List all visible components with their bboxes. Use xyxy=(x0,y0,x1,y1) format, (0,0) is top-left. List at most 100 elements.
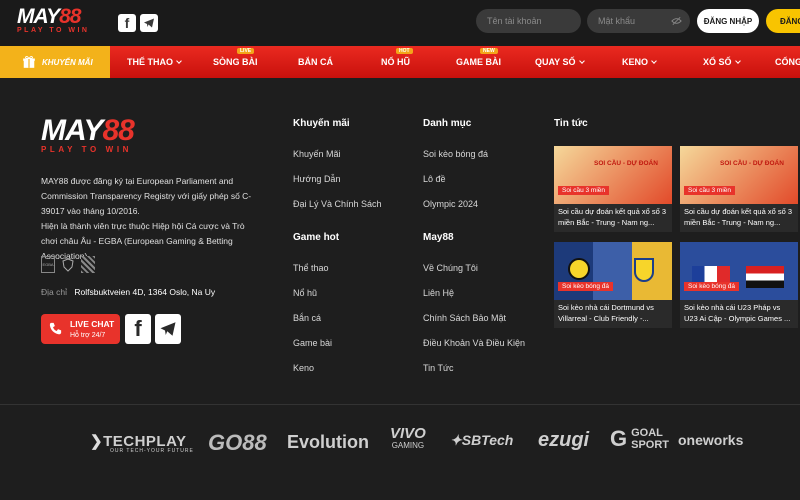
club-crest-icon xyxy=(634,258,654,282)
telegram-icon[interactable] xyxy=(140,14,158,32)
footer-link-dieu-khoan[interactable]: Điều Khoản Và Điều Kiện xyxy=(423,338,525,348)
nav-item-label: QUAY SỐ xyxy=(535,57,576,67)
footer-link-the-thao[interactable]: Thể thao xyxy=(293,263,329,273)
news-column-title: Tin tức xyxy=(554,118,588,129)
nav-item-keno[interactable]: KENO xyxy=(622,46,657,78)
partner-name: SPORT xyxy=(631,439,670,451)
promo-column-title: Khuyến mãi xyxy=(293,118,350,129)
news-tag: Soi kèo bóng đá xyxy=(684,282,739,291)
partner-name: GOAL xyxy=(631,427,663,439)
nav-promo[interactable]: KHUYẾN MÃI xyxy=(0,46,110,78)
partner-logo-icon: G xyxy=(610,426,628,451)
nav-item-ban-ca[interactable]: BẮN CÁ xyxy=(298,46,333,78)
nav-item-cong[interactable]: CỔNG xyxy=(775,46,800,78)
sbtech-logo: ✦SBTech xyxy=(450,432,513,449)
news-banner-text: SOI CẦU - DỰ ĐOÁN xyxy=(720,160,784,167)
facebook-icon[interactable]: f xyxy=(118,14,136,32)
footer-link-lo-de[interactable]: Lô đề xyxy=(423,174,446,184)
header-logo[interactable]: MAY88 PLAY TO WIN xyxy=(17,6,90,35)
main-nav: KHUYẾN MÃI THỂ THAO SÒNG BÀI LIVE BẮN CÁ… xyxy=(0,46,800,78)
live-chat-label: LIVE CHAT xyxy=(70,319,115,329)
category-column-title: Danh mục xyxy=(423,118,472,129)
news-card[interactable]: Soi kèo bóng đá Soi kèo nhà cái Dortmund… xyxy=(554,242,672,328)
partner-tagline: OUR TECH-YOUR FUTURE xyxy=(110,448,194,454)
news-title: Soi kèo nhà cái Dortmund vs Villarreal -… xyxy=(558,303,654,323)
nav-item-label: BẮN CÁ xyxy=(298,57,333,67)
footer-divider xyxy=(0,404,800,405)
footer-link-khuyen-mai[interactable]: Khuyến Mãi xyxy=(293,149,341,159)
partner-name: VIVO xyxy=(390,425,426,442)
username-input[interactable]: Tên tài khoản xyxy=(476,9,581,33)
nav-item-label: GAME BÀI xyxy=(456,57,501,67)
footer-logo[interactable]: MAY88 PLAY TO WIN xyxy=(41,114,135,155)
footer-link-ban-ca[interactable]: Bắn cá xyxy=(293,313,321,323)
address-row: Địa chỉ Rolfsbuktveien 4D, 1364 Oslo, Na… xyxy=(41,287,215,297)
news-thumbnail: SOI CẦU - DỰ ĐOÁN xyxy=(554,146,672,204)
ezugi-logo: ezugi xyxy=(538,429,590,451)
footer-facebook-icon[interactable]: f xyxy=(125,314,151,344)
partner-name: GAMING xyxy=(391,441,425,450)
nav-item-label: THỂ THAO xyxy=(127,57,173,67)
footer-logo-text: MAY88 xyxy=(41,114,135,147)
password-input[interactable]: Mật khẩu xyxy=(587,9,690,33)
news-card[interactable]: Soi kèo bóng đá Soi kèo nhà cái U23 Pháp… xyxy=(680,242,798,328)
nav-item-label: NỔ HŨ xyxy=(381,57,410,67)
nav-item-label: XỔ SỐ xyxy=(703,57,732,67)
goal-sport-logo: G GOAL SPORT xyxy=(610,426,670,452)
gift-icon xyxy=(23,55,35,68)
news-card[interactable]: SOI CẦU - DỰ ĐOÁN Soi cầu 3 miền Soi cầu… xyxy=(680,146,798,232)
footer-link-dai-ly[interactable]: Đại Lý Và Chính Sách xyxy=(293,199,382,209)
footer-link-soi-keo[interactable]: Soi kèo bóng đá xyxy=(423,149,488,159)
news-banner-text: SOI CẦU - DỰ ĐOÁN xyxy=(594,160,658,167)
register-button[interactable]: ĐĂNG xyxy=(766,9,800,33)
news-title: Soi cầu dự đoán kết quả xổ số 3 miền Bắc… xyxy=(684,207,793,227)
news-card[interactable]: SOI CẦU - DỰ ĐOÁN Soi cầu 3 miền Soi cầu… xyxy=(554,146,672,232)
live-chat-button[interactable]: LIVE CHAT Hỗ trợ 24/7 xyxy=(41,314,120,344)
chevron-down-icon xyxy=(734,57,741,64)
chevron-down-icon xyxy=(176,57,182,64)
description-text: MAY88 được đăng ký tại European Parliame… xyxy=(41,176,252,216)
nav-item-label: SÒNG BÀI xyxy=(213,57,258,67)
footer-link-game-bai[interactable]: Game bài xyxy=(293,338,332,348)
eye-off-icon[interactable] xyxy=(671,16,682,26)
new-badge: NEW xyxy=(480,48,498,54)
news-tag: Soi cầu 3 miền xyxy=(684,186,735,195)
phone-icon xyxy=(49,322,62,335)
egypt-flag-icon xyxy=(746,266,784,288)
footer-link-ve-chung-toi[interactable]: Về Chúng Tôi xyxy=(423,263,478,273)
certification-badges: EGBA xyxy=(41,256,95,273)
footer-telegram-icon[interactable] xyxy=(155,314,181,344)
logo-tagline: PLAY TO WIN xyxy=(17,27,90,34)
partner-logo-icon: ✦ xyxy=(450,432,462,448)
oneworks-logo: oneworks xyxy=(678,432,744,448)
nav-item-the-thao[interactable]: THỂ THAO xyxy=(127,46,182,78)
footer-link-huong-dan[interactable]: Hướng Dẫn xyxy=(293,174,340,184)
nav-item-xo-so[interactable]: XỔ SỐ xyxy=(703,46,741,78)
footer-link-no-hu[interactable]: Nổ hũ xyxy=(293,288,317,298)
nav-item-quay-so[interactable]: QUAY SỐ xyxy=(535,46,585,78)
address-text: Rolfsbuktveien 4D, 1364 Oslo, Na Uy xyxy=(74,287,216,297)
partner-logo-icon: ❯ xyxy=(90,433,104,450)
chevron-down-icon xyxy=(578,57,585,64)
footer-link-tin-tuc[interactable]: Tin Tức xyxy=(423,363,454,373)
password-placeholder: Mật khẩu xyxy=(598,16,636,26)
footer-link-chinh-sach[interactable]: Chính Sách Bảo Mật xyxy=(423,313,506,323)
address-label: Địa chỉ xyxy=(41,287,67,297)
footer-logo-tagline: PLAY TO WIN xyxy=(41,145,133,154)
live-badge: LIVE xyxy=(237,48,255,54)
login-button[interactable]: ĐĂNG NHẬP xyxy=(697,9,759,33)
nav-item-label: CỔNG xyxy=(775,57,800,67)
hot-badge: HOT xyxy=(396,48,413,54)
live-chat-sub: Hỗ trợ 24/7 xyxy=(70,332,106,339)
footer-link-olympic[interactable]: Olympic 2024 xyxy=(423,199,478,209)
footer-link-keno[interactable]: Keno xyxy=(293,363,314,373)
club-crest-icon xyxy=(568,258,590,280)
news-title: Soi kèo nhà cái U23 Pháp vs U23 Ai Cập -… xyxy=(684,303,791,323)
news-tag: Soi cầu 3 miền xyxy=(558,186,609,195)
partner-name: SBTech xyxy=(461,432,514,448)
footer-link-lien-he[interactable]: Liên Hệ xyxy=(423,288,454,298)
game-hot-column-title: Game hot xyxy=(293,232,340,243)
nav-promo-label: KHUYẾN MÃI xyxy=(42,57,93,67)
nav-item-label: KENO xyxy=(622,57,649,67)
vivo-gaming-logo: VIVO GAMING xyxy=(390,425,426,452)
